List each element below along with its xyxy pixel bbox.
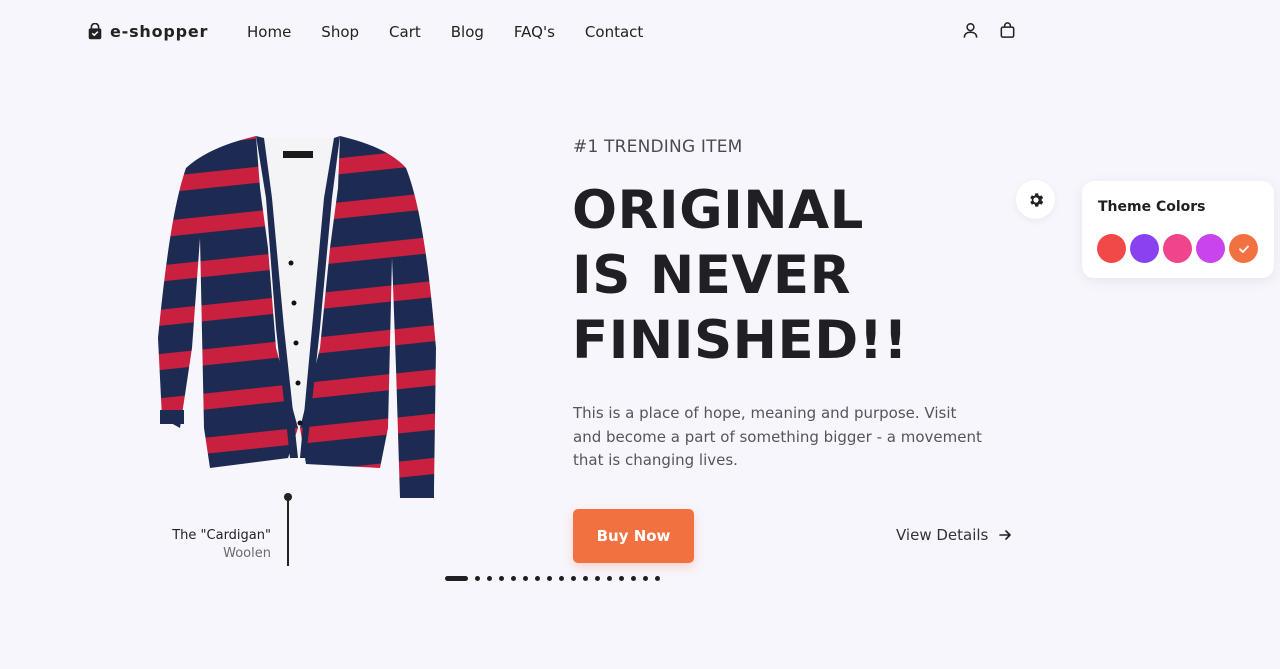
page: e-shopper Home Shop Cart Blog FAQ's Cont… <box>0 0 1280 669</box>
header-actions <box>961 21 1017 40</box>
carousel-dot[interactable] <box>523 576 528 581</box>
caption-pointer-line <box>287 497 289 566</box>
carousel-dot[interactable] <box>499 576 504 581</box>
carousel-dot[interactable] <box>607 576 612 581</box>
carousel-dot[interactable] <box>547 576 552 581</box>
carousel-dot[interactable] <box>559 576 564 581</box>
gear-icon <box>1029 192 1043 207</box>
theme-swatch[interactable] <box>1097 234 1126 263</box>
carousel-dot[interactable] <box>631 576 636 581</box>
theme-swatch[interactable] <box>1130 234 1159 263</box>
headline-line-3: FINISHED!! <box>572 310 909 371</box>
nav-item-contact[interactable]: Contact <box>585 23 643 41</box>
carousel-dot[interactable] <box>511 576 516 581</box>
carousel-dot[interactable] <box>643 576 648 581</box>
carousel-dot[interactable] <box>535 576 540 581</box>
main-nav: Home Shop Cart Blog FAQ's Contact <box>247 23 643 41</box>
carousel-dot[interactable] <box>595 576 600 581</box>
hero-headline: ORIGINAL IS NEVER FINISHED!! <box>572 178 908 373</box>
carousel-dot[interactable] <box>655 576 660 581</box>
cart-bag-icon[interactable] <box>998 21 1017 40</box>
nav-item-blog[interactable]: Blog <box>451 23 484 41</box>
nav-item-home[interactable]: Home <box>247 23 291 41</box>
carousel-dot[interactable] <box>487 576 492 581</box>
hero-eyebrow: #1 TRENDING ITEM <box>573 137 743 157</box>
theme-panel-title: Theme Colors <box>1098 199 1206 215</box>
carousel-dot[interactable] <box>475 576 480 581</box>
theme-colors-panel: Theme Colors <box>1082 181 1274 278</box>
carousel-dot-active[interactable] <box>445 576 468 581</box>
brand-logo[interactable]: e-shopper <box>86 22 208 41</box>
nav-item-faqs[interactable]: FAQ's <box>514 23 555 41</box>
theme-swatch[interactable] <box>1163 234 1192 263</box>
theme-swatches <box>1097 234 1258 263</box>
user-icon[interactable] <box>961 21 980 40</box>
view-details-label: View Details <box>896 526 989 544</box>
brand-name: e-shopper <box>110 22 209 41</box>
view-details-link[interactable]: View Details <box>896 526 1012 544</box>
headline-line-2: IS NEVER <box>572 245 851 306</box>
arrow-right-icon <box>999 530 1012 540</box>
carousel-pagination <box>445 576 660 581</box>
product-name: The "Cardigan" <box>172 528 271 543</box>
buy-now-button[interactable]: Buy Now <box>573 509 694 563</box>
theme-settings-button[interactable] <box>1016 180 1055 219</box>
nav-item-cart[interactable]: Cart <box>389 23 421 41</box>
carousel-dot[interactable] <box>571 576 576 581</box>
nav-item-shop[interactable]: Shop <box>321 23 359 41</box>
product-caption: The "Cardigan" Woolen <box>172 528 271 561</box>
theme-swatch[interactable] <box>1229 234 1258 263</box>
product-material: Woolen <box>223 546 271 561</box>
shopping-bag-icon <box>88 22 102 39</box>
headline-line-1: ORIGINAL <box>572 180 864 241</box>
carousel-dot[interactable] <box>619 576 624 581</box>
theme-swatch[interactable] <box>1196 234 1225 263</box>
product-image-cardigan <box>158 136 436 498</box>
carousel-dot[interactable] <box>583 576 588 581</box>
hero-description: This is a place of hope, meaning and pur… <box>573 404 982 469</box>
check-icon <box>1238 245 1249 253</box>
